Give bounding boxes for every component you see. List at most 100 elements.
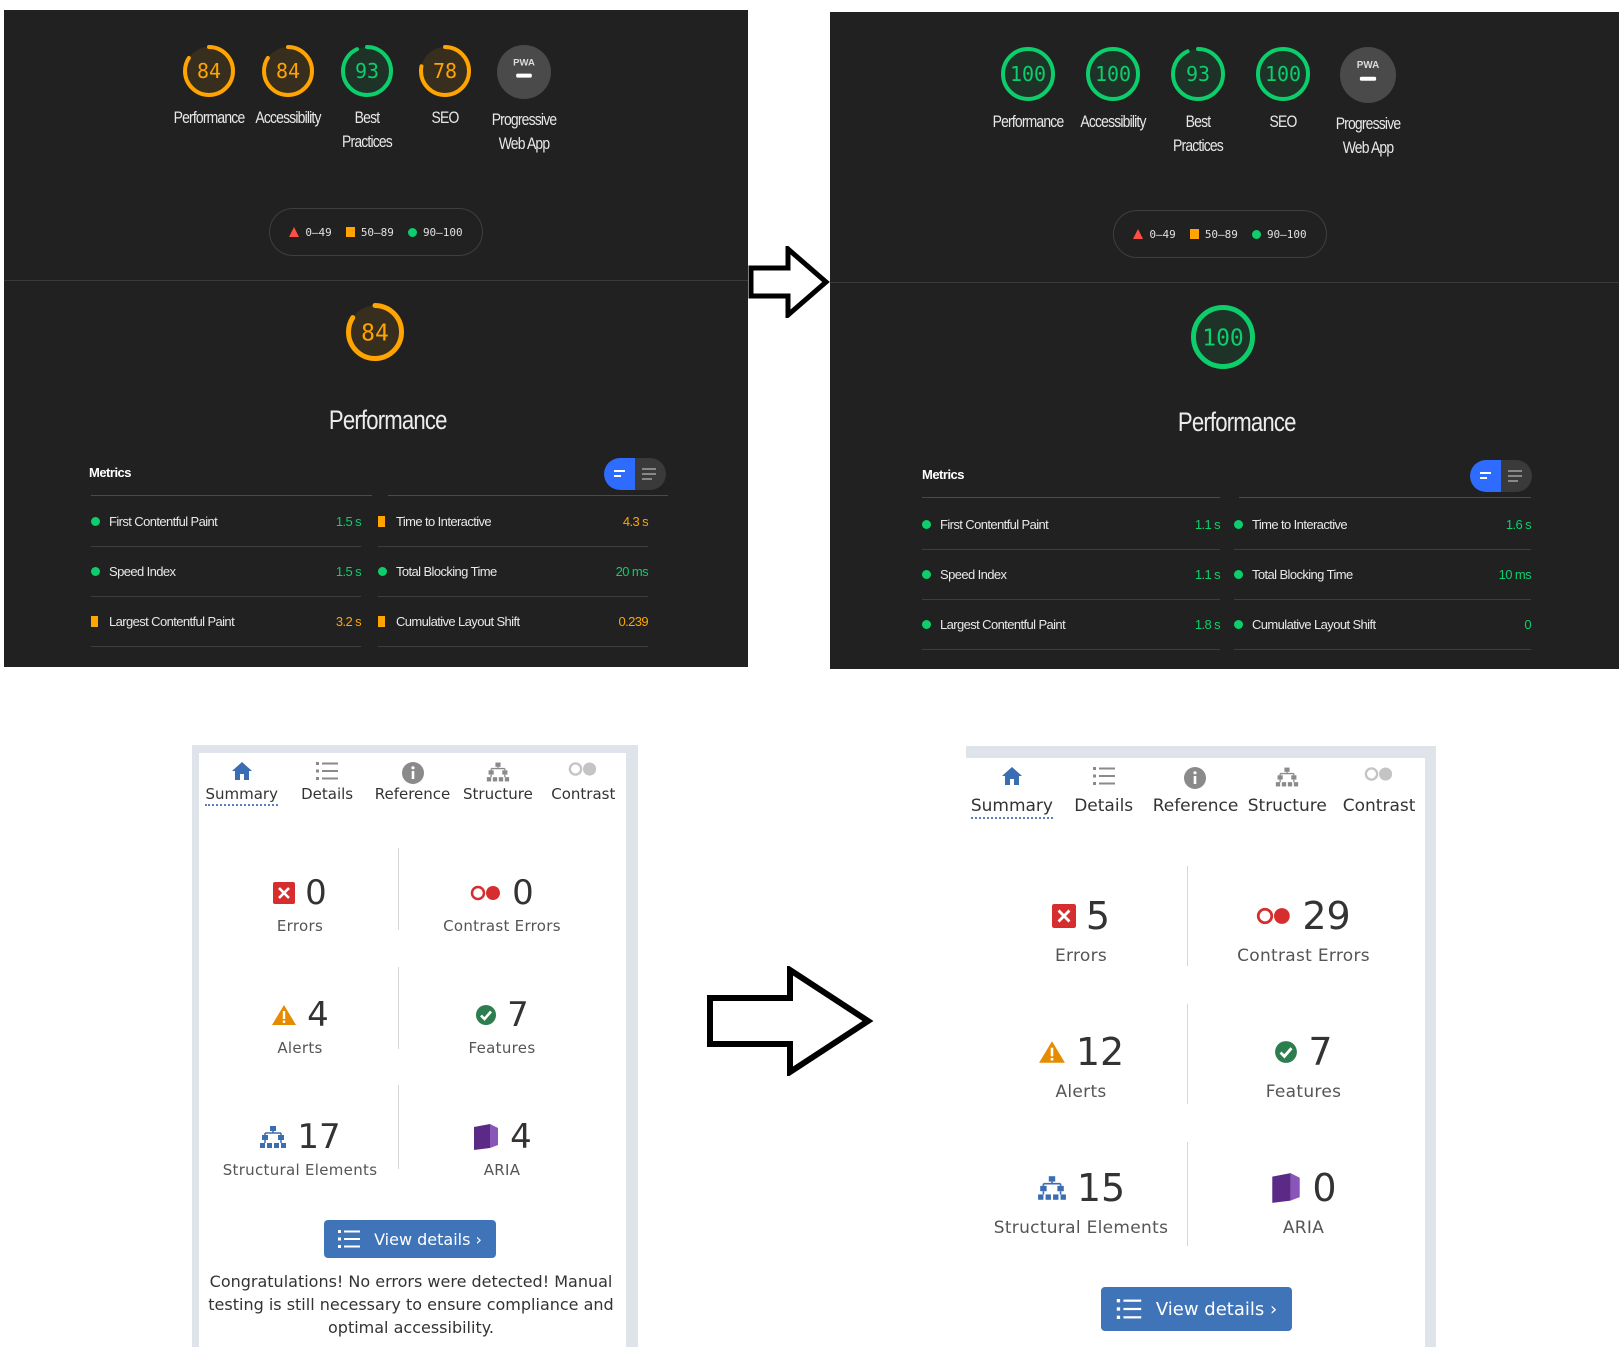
- view-details-label: View details ›: [374, 1229, 482, 1249]
- alerts-count: 12: [1075, 1030, 1125, 1074]
- metric-row[interactable]: First Contentful Paint 1.1 s: [922, 500, 1221, 550]
- column-divider: [398, 1085, 399, 1169]
- score-gauge: 100: [1086, 47, 1140, 101]
- score-legend: 0–49 50–89 90–100: [1113, 210, 1327, 258]
- metric-row[interactable]: Time to Interactive 1.6 s: [1234, 500, 1532, 550]
- gauge-score: 100: [1265, 62, 1301, 86]
- tab-summary[interactable]: Summary: [199, 753, 285, 819]
- metric-row[interactable]: First Contentful Paint 1.5 s: [91, 497, 362, 547]
- category-label: Performance: [987, 110, 1069, 134]
- stat-structural-elements: 17 Structural Elements: [214, 1117, 386, 1179]
- tab-label: Details: [1074, 796, 1134, 816]
- contrast-errors-label: Contrast Errors: [443, 917, 561, 935]
- wave-summary-before: Summary Details Reference Structure Contrast…: [192, 745, 638, 1347]
- tab-reference[interactable]: Reference: [370, 753, 455, 819]
- list-icon: [338, 1230, 361, 1248]
- tab-label: Reference: [374, 785, 451, 803]
- structure-icon: [1037, 1176, 1066, 1200]
- tab-structure[interactable]: Structure: [1241, 758, 1333, 830]
- stat-aria: 4 ARIA: [407, 1117, 597, 1179]
- section-title: Performance: [328, 405, 448, 435]
- metric-value: 1.1 s: [1194, 567, 1221, 582]
- tab-label: Summary: [205, 785, 278, 806]
- column-divider: [398, 848, 399, 930]
- info-icon: [370, 761, 455, 785]
- metric-row[interactable]: Speed Index 1.5 s: [91, 547, 362, 597]
- category-label-line: Best: [1185, 112, 1211, 131]
- legend-pass: 90–100: [1251, 228, 1307, 241]
- tab-label: Details: [301, 785, 354, 803]
- error-icon: [273, 882, 296, 904]
- gauge-score: 100: [1010, 62, 1046, 86]
- features-count: 7: [1308, 1030, 1333, 1074]
- tab-summary[interactable]: Summary: [966, 758, 1058, 830]
- metrics-view-toggle[interactable]: [604, 458, 666, 490]
- metric-name: Cumulative Layout Shift: [396, 614, 520, 629]
- toggle-compact-icon[interactable]: [1470, 460, 1501, 492]
- triangle-icon: [1133, 229, 1144, 239]
- category-gauge-progressive-web-app[interactable]: PWA Progressive Web App: [1318, 46, 1418, 160]
- metric-row[interactable]: Cumulative Layout Shift 0.239: [378, 597, 649, 647]
- metric-name: Cumulative Layout Shift: [1252, 617, 1376, 632]
- metric-row[interactable]: Total Blocking Time 20 ms: [378, 547, 649, 597]
- lighthouse-report-before: 84 Performance 84 Accessibility 93 Best Practi…: [4, 10, 748, 667]
- gauge-score: 100: [1095, 62, 1131, 86]
- divider: [4, 280, 748, 281]
- column-divider: [1187, 1142, 1188, 1246]
- legend-fail: 0–49: [1133, 228, 1176, 241]
- alerts-count: 4: [307, 995, 329, 1035]
- score-gauge: 84: [183, 45, 235, 97]
- metric-row[interactable]: Cumulative Layout Shift 0: [1234, 600, 1532, 650]
- metric-row[interactable]: Time to Interactive 4.3 s: [378, 497, 649, 547]
- tab-label: Summary: [970, 796, 1053, 819]
- alerts-label: Alerts: [1055, 1082, 1107, 1102]
- divider: [830, 282, 1619, 283]
- feature-check-icon: [476, 1005, 497, 1025]
- tab-details[interactable]: Details: [284, 753, 369, 819]
- info-icon: [1150, 766, 1242, 796]
- metric-name: First Contentful Paint: [109, 514, 218, 529]
- errors-count: 0: [305, 873, 327, 913]
- metric-row[interactable]: Largest Contentful Paint 3.2 s: [91, 597, 362, 647]
- tab-contrast[interactable]: Contrast: [541, 753, 626, 819]
- legend-average: 50–89: [1189, 228, 1238, 241]
- structure-icon: [260, 1126, 287, 1148]
- metric-row[interactable]: Speed Index 1.1 s: [922, 550, 1221, 600]
- metrics-view-toggle[interactable]: [1470, 460, 1532, 492]
- stat-structural-elements: 15 Structural Elements: [976, 1166, 1186, 1238]
- stat-errors: 0 Errors: [220, 873, 380, 935]
- tab-structure[interactable]: Structure: [455, 753, 540, 819]
- wave-tabs: Summary Details Reference Structure Contrast: [966, 758, 1425, 830]
- column-divider: [398, 967, 399, 1049]
- aria-label: ARIA: [1282, 1218, 1325, 1238]
- wave-summary-after: Summary Details Reference Structure Contrast…: [966, 746, 1436, 1347]
- arrow-right-icon: [707, 966, 874, 1076]
- stat-alerts: 4 Alerts: [220, 995, 380, 1057]
- alert-icon: [1038, 1041, 1065, 1063]
- score-gauge: 93: [1171, 47, 1225, 101]
- home-icon: [199, 761, 284, 785]
- category-gauge-progressive-web-app[interactable]: PWA Progressive Web App: [474, 44, 574, 156]
- metric-row[interactable]: Total Blocking Time 10 ms: [1234, 550, 1532, 600]
- congratulations-message: Congratulations! No errors were detected…: [208, 1272, 614, 1337]
- square-icon: [345, 227, 355, 237]
- pass-circle-icon: [1234, 620, 1252, 629]
- tab-reference[interactable]: Reference: [1150, 758, 1242, 830]
- metric-row[interactable]: Largest Contentful Paint 1.8 s: [922, 600, 1221, 650]
- legend-pass: 90–100: [407, 226, 463, 239]
- metric-value: 1.5 s: [335, 514, 362, 529]
- view-details-button[interactable]: View details ›: [1101, 1287, 1292, 1331]
- contrast-errors-count: 29: [1302, 894, 1351, 938]
- category-label-line: Progressive: [1335, 114, 1401, 133]
- pwa-badge-icon: [1340, 47, 1396, 103]
- structural-count: 15: [1076, 1166, 1126, 1210]
- tab-details[interactable]: Details: [1058, 758, 1150, 830]
- arrow-right-icon: [748, 246, 830, 318]
- pwa-label: PWA: [1357, 60, 1379, 71]
- alerts-label: Alerts: [277, 1039, 323, 1057]
- tab-contrast[interactable]: Contrast: [1333, 758, 1425, 830]
- features-label: Features: [1265, 1082, 1342, 1102]
- list-icon: [1058, 766, 1150, 796]
- metrics-rule-right: [1239, 497, 1531, 498]
- toggle-compact-icon[interactable]: [604, 458, 635, 490]
